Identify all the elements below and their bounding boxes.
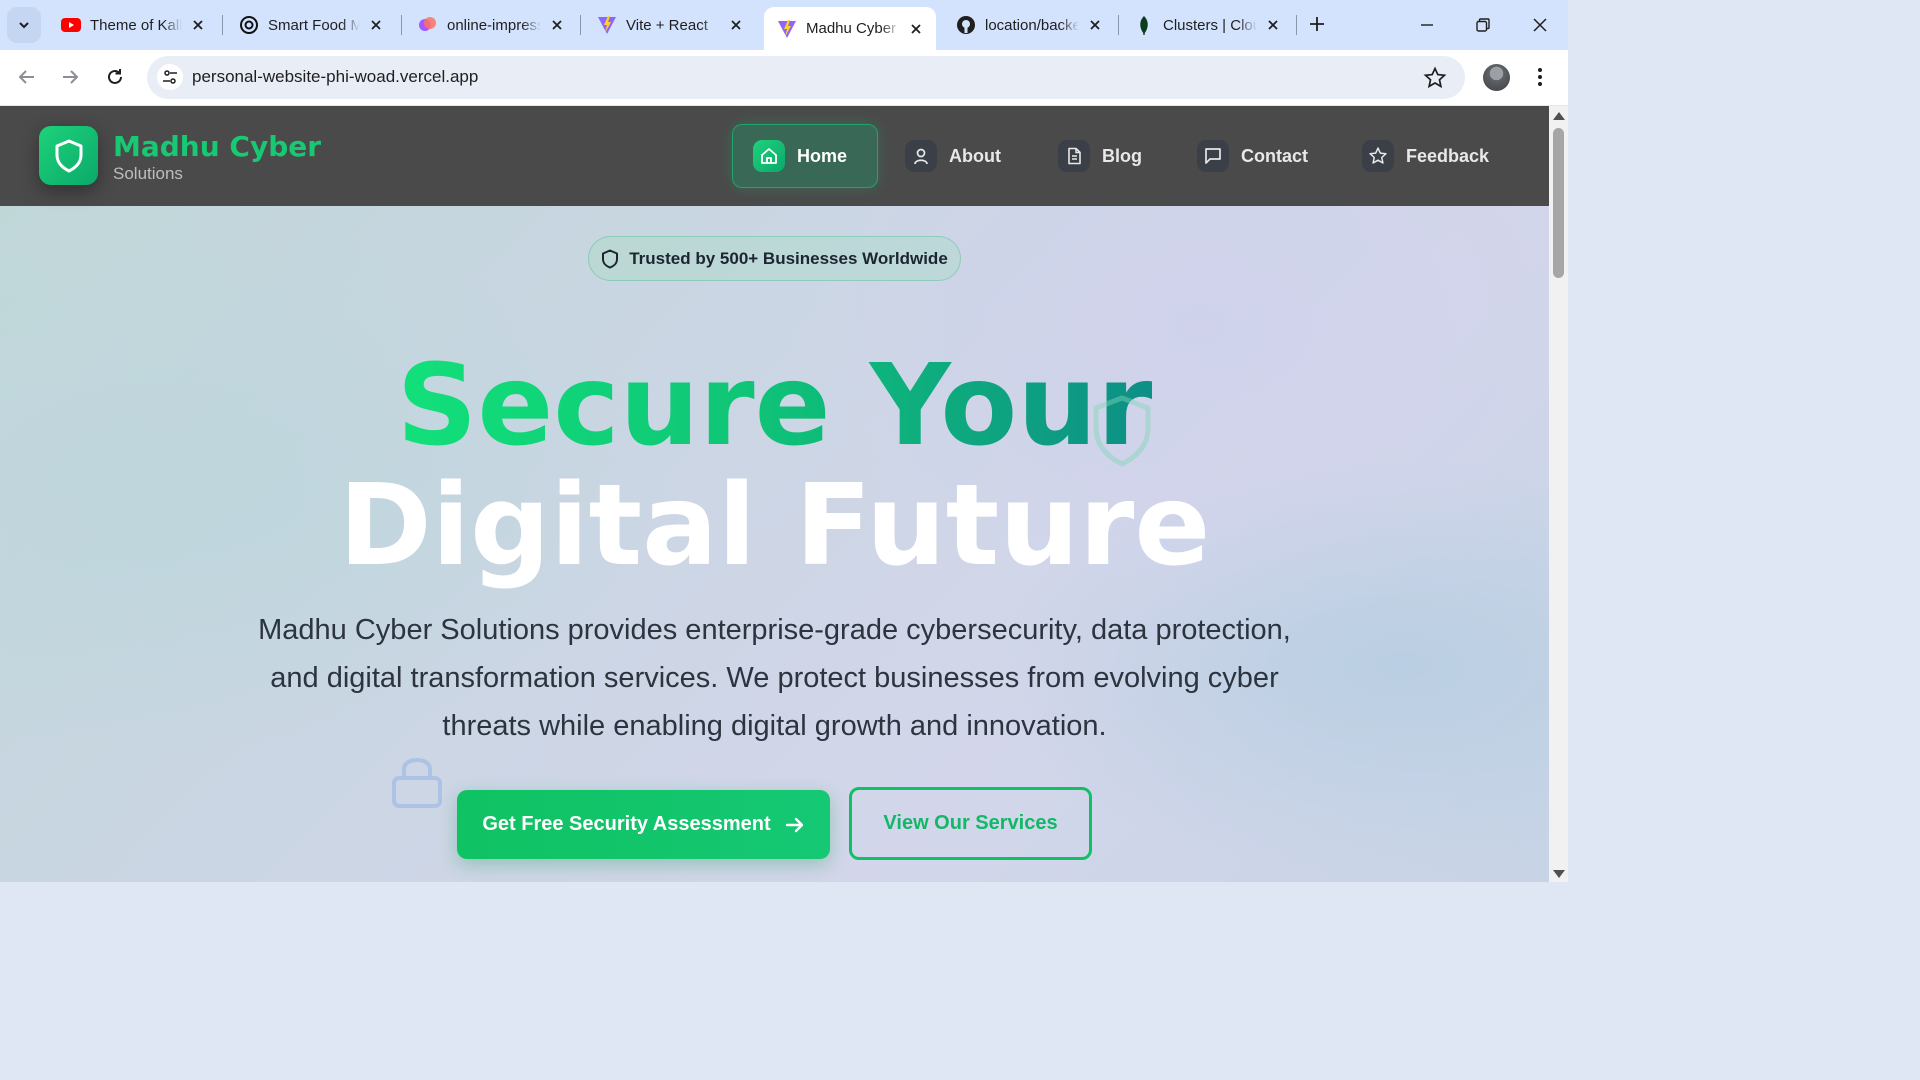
brand-logo[interactable]	[39, 126, 98, 185]
bookmark-star-icon[interactable]	[1423, 66, 1447, 90]
tab-separator	[401, 15, 402, 35]
back-button[interactable]	[10, 60, 44, 94]
reload-icon	[108, 69, 122, 84]
vite-icon	[777, 19, 797, 39]
nav-label: Blog	[1102, 145, 1142, 166]
site-navbar: Madhu Cyber Solutions Home About Blog Co…	[0, 106, 1549, 206]
nav-about[interactable]: About	[905, 124, 1001, 188]
trust-badge: Trusted by 500+ Businesses Worldwide	[588, 236, 961, 281]
forward-button[interactable]	[53, 60, 87, 94]
close-icon[interactable]	[1085, 15, 1105, 35]
tab-title: location/backend	[985, 16, 1079, 34]
user-icon	[905, 140, 937, 172]
close-window-button[interactable]	[1512, 0, 1568, 50]
nav-label: About	[949, 145, 1001, 166]
tab-separator	[1296, 15, 1297, 35]
minimize-icon	[1421, 24, 1433, 26]
tab-separator	[1118, 15, 1119, 35]
tab-clusters-cloud[interactable]: Clusters | Cloud	[1121, 7, 1293, 43]
brand-subtitle: Solutions	[113, 164, 183, 183]
mongodb-icon	[1134, 15, 1154, 35]
browser-toolbar: personal-website-phi-woad.vercel.app	[0, 50, 1568, 105]
view-services-button[interactable]: View Our Services	[849, 787, 1092, 860]
tab-madhu-cyber[interactable]: Madhu Cyber Solutions	[764, 7, 936, 50]
tab-search-button[interactable]	[7, 7, 41, 43]
page-viewport: Madhu Cyber Solutions Home About Blog Co…	[0, 106, 1549, 882]
home-icon	[753, 140, 785, 172]
arrow-right-icon	[63, 70, 79, 84]
shield-icon	[601, 249, 619, 269]
hero-description: Madhu Cyber Solutions provides enterpris…	[258, 614, 1291, 742]
hero-title-line2: Digital Future	[338, 461, 1211, 591]
scroll-down-arrow[interactable]	[1553, 870, 1565, 878]
nav-contact[interactable]: Contact	[1197, 124, 1308, 188]
tab-separator	[222, 15, 223, 35]
site-info-icon[interactable]	[157, 64, 183, 90]
chevron-down-icon	[19, 22, 29, 29]
tab-title: Theme of Kalki	[90, 16, 182, 34]
restore-icon	[1476, 18, 1490, 32]
tab-smart-food[interactable]: Smart Food Management	[226, 7, 396, 43]
new-tab-button[interactable]	[1302, 9, 1332, 39]
close-icon	[1533, 18, 1547, 32]
nav-label: Feedback	[1406, 145, 1490, 166]
openai-icon	[239, 15, 259, 35]
browser-menu-button[interactable]	[1528, 62, 1552, 92]
close-icon[interactable]	[906, 19, 926, 39]
nav-blog[interactable]: Blog	[1058, 124, 1142, 188]
tab-vite-react[interactable]: Vite + React	[584, 7, 756, 43]
profile-avatar[interactable]	[1483, 64, 1510, 91]
tab-separator	[580, 15, 581, 35]
tab-title: Madhu Cyber Solutions	[806, 20, 900, 37]
tab-online-impression[interactable]: online-impression	[405, 7, 577, 43]
decorative-shield-icon	[1093, 395, 1151, 467]
close-icon[interactable]	[547, 15, 567, 35]
close-icon[interactable]	[1263, 15, 1283, 35]
nav-label: Contact	[1241, 145, 1308, 166]
document-icon	[1058, 140, 1090, 172]
tab-title: Smart Food Management	[268, 16, 360, 34]
tab-title: Vite + React	[626, 16, 708, 34]
hero-title-line1: Secure Your	[0, 346, 1549, 466]
tab-location-backend[interactable]: location/backend	[943, 7, 1115, 43]
chat-icon	[1197, 140, 1229, 172]
decorative-lock-icon	[392, 758, 442, 808]
tab-title: online-impression	[447, 16, 541, 34]
trust-badge-text: Trusted by 500+ Businesses Worldwide	[629, 248, 948, 268]
reload-button[interactable]	[98, 60, 132, 94]
address-bar[interactable]: personal-website-phi-woad.vercel.app	[147, 56, 1465, 99]
nav-feedback[interactable]: Feedback	[1362, 124, 1489, 188]
arrow-right-icon	[785, 816, 805, 834]
vite-icon	[597, 15, 617, 35]
brand-name[interactable]: Madhu Cyber	[113, 130, 321, 163]
button-label: View Our Services	[883, 812, 1058, 834]
close-icon[interactable]	[726, 15, 746, 35]
star-icon	[1362, 140, 1394, 172]
figma-icon	[418, 15, 438, 35]
close-icon[interactable]	[188, 15, 208, 35]
tab-title: Clusters | Cloud	[1163, 16, 1257, 34]
hero-title-gradient-text: Secure Your	[396, 341, 1153, 471]
restore-button[interactable]	[1455, 0, 1511, 50]
github-icon	[956, 15, 976, 35]
plus-icon	[1310, 17, 1324, 31]
close-icon[interactable]	[366, 15, 386, 35]
arrow-left-icon	[18, 70, 34, 84]
tab-strip: Theme of Kalki Smart Food Management onl…	[0, 0, 1568, 50]
page-scrollbar[interactable]	[1549, 106, 1568, 882]
minimize-button[interactable]	[1399, 0, 1455, 50]
free-assessment-button[interactable]: Get Free Security Assessment	[457, 790, 830, 859]
shield-icon	[55, 139, 82, 172]
tab-theme-of-kalki[interactable]: Theme of Kalki	[48, 7, 218, 43]
nav-home[interactable]: Home	[732, 124, 879, 188]
button-label: Get Free Security Assessment	[482, 813, 771, 835]
more-vertical-icon	[1538, 68, 1542, 86]
nav-label: Home	[797, 145, 848, 166]
url-text: personal-website-phi-woad.vercel.app	[192, 67, 479, 86]
scroll-up-arrow[interactable]	[1553, 112, 1565, 120]
youtube-icon	[61, 15, 81, 35]
scrollbar-thumb[interactable]	[1553, 128, 1564, 278]
